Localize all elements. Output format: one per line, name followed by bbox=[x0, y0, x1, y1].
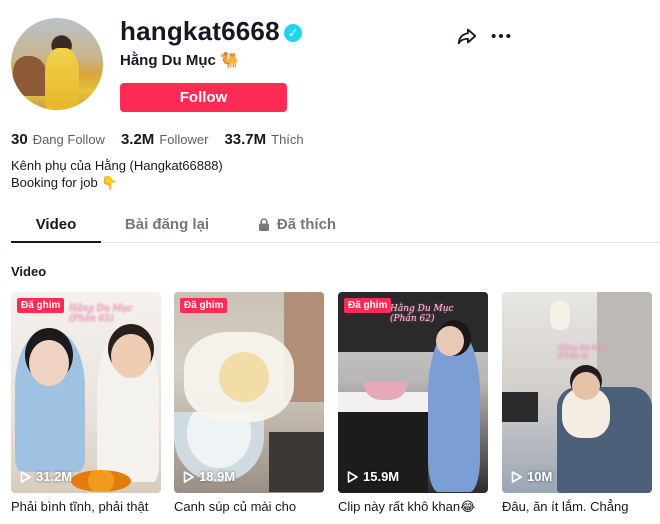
thumbnail-watermark: Hằng Du Mục (Phần 65) bbox=[69, 304, 133, 324]
view-count: 18.9M bbox=[183, 469, 235, 484]
more-options-icon[interactable] bbox=[490, 26, 512, 46]
profile-nickname: Hằng Du Mục 🐫 bbox=[120, 52, 239, 69]
profile-tabs: Video Bài đăng lại Đã thích bbox=[11, 205, 660, 243]
video-thumbnail[interactable]: Hằng Du Mục (Phần 62) Đã ghim 15.9M bbox=[338, 292, 488, 493]
video-caption[interactable]: Canh súp củ mài cho bbox=[174, 499, 324, 514]
video-caption[interactable]: Phải bình tĩnh, phải thật bbox=[11, 499, 161, 514]
profile-avatar[interactable] bbox=[11, 18, 103, 110]
bio-line-2: Booking for job 👇 bbox=[11, 175, 118, 190]
active-tab-indicator bbox=[11, 241, 101, 243]
profile-username: hangkat6668 bbox=[120, 16, 280, 46]
thumbnail-watermark: Hằng Du Mục (Phần 4) bbox=[558, 344, 608, 360]
video-caption[interactable]: Clip này rất khô khan😂 bbox=[338, 499, 488, 515]
avatar-camel-shape bbox=[13, 56, 47, 96]
play-icon bbox=[183, 470, 194, 483]
video-thumbnail[interactable]: Đã ghim 18.9M bbox=[174, 292, 324, 493]
play-icon bbox=[20, 470, 31, 483]
thumbnail-watermark: Hằng Du Mục (Phần 62) bbox=[390, 304, 454, 324]
view-count: 10M bbox=[511, 469, 552, 484]
follow-button[interactable]: Follow bbox=[120, 83, 287, 112]
video-caption[interactable]: Đâu, ăn ít lắm. Chẳng bbox=[502, 499, 652, 514]
following-label: Đang Follow bbox=[32, 132, 105, 147]
tab-liked[interactable]: Đã thích bbox=[247, 205, 347, 243]
tab-reposts-label: Bài đăng lại bbox=[124, 215, 210, 233]
video-card[interactable]: Đã ghim 18.9M Canh súp củ mài cho bbox=[174, 292, 324, 514]
tab-liked-label: Đã thích bbox=[276, 215, 337, 233]
view-count-value: 18.9M bbox=[199, 469, 236, 484]
play-icon bbox=[347, 470, 358, 483]
share-icon[interactable] bbox=[456, 25, 478, 47]
profile-bio: Kênh phụ của Hằng (Hangkat66888) Booking… bbox=[11, 157, 223, 191]
video-thumbnail[interactable]: Hằng Du Mục (Phần 65) Đã ghim 31.2M bbox=[11, 292, 161, 493]
video-card[interactable]: Hằng Du Mục (Phần 65) Đã ghim 31.2M Phải … bbox=[11, 292, 161, 514]
likes-count: 33.7M bbox=[224, 131, 267, 148]
following-count: 30 bbox=[11, 131, 28, 148]
followers-label: Follower bbox=[159, 132, 209, 147]
following-stat[interactable]: 30 Đang Follow bbox=[11, 131, 105, 148]
pinned-badge: Đã ghim bbox=[17, 298, 65, 313]
profile-stats: 30 Đang Follow 3.2M Follower 33.7M Thích bbox=[11, 131, 320, 148]
avatar-figure-shape bbox=[45, 48, 79, 110]
pinned-badge: Đã ghim bbox=[344, 298, 392, 313]
likes-stat: 33.7M Thích bbox=[224, 131, 303, 148]
likes-label: Thích bbox=[271, 132, 304, 147]
tab-reposts[interactable]: Bài đăng lại bbox=[115, 205, 219, 243]
followers-count: 3.2M bbox=[120, 131, 155, 148]
video-thumbnail[interactable]: Hằng Du Mục (Phần 4) 10M bbox=[502, 292, 652, 493]
video-card[interactable]: Hằng Du Mục (Phần 4) 10M Đâu, ăn ít lắm. … bbox=[502, 292, 652, 514]
lock-icon bbox=[258, 217, 269, 231]
section-title: Video bbox=[11, 264, 47, 279]
view-count-value: 31.2M bbox=[36, 469, 73, 484]
view-count-value: 10M bbox=[527, 469, 553, 484]
view-count: 31.2M bbox=[20, 469, 72, 484]
view-count-value: 15.9M bbox=[363, 469, 400, 484]
tab-video[interactable]: Video bbox=[11, 205, 101, 243]
followers-stat[interactable]: 3.2M Follower bbox=[121, 131, 208, 148]
bio-line-1: Kênh phụ của Hằng (Hangkat66888) bbox=[11, 158, 223, 173]
view-count: 15.9M bbox=[347, 469, 399, 484]
verified-badge-icon: ✓ bbox=[284, 24, 302, 42]
video-card[interactable]: Hằng Du Mục (Phần 62) Đã ghim 15.9M Clip … bbox=[338, 292, 488, 515]
tab-video-label: Video bbox=[35, 215, 77, 233]
pinned-badge: Đã ghim bbox=[180, 298, 228, 313]
play-icon bbox=[511, 470, 522, 483]
